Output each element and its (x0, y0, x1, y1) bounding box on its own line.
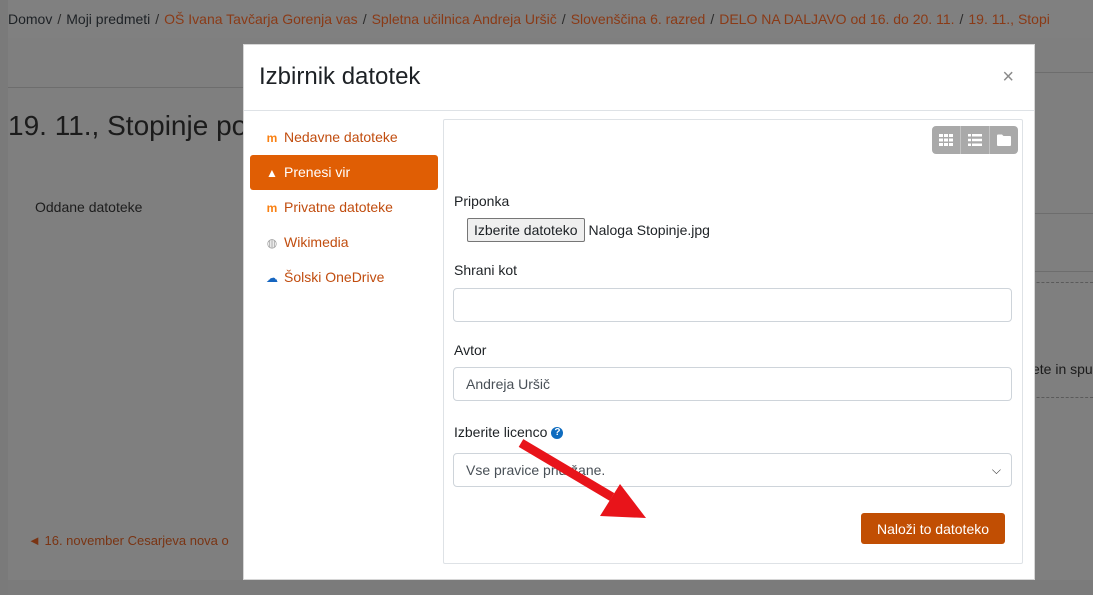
divider (8, 87, 243, 88)
dropzone-text: ete in spus (1032, 361, 1093, 377)
license-label: Izberite licenco (454, 424, 548, 440)
breadcrumb-item[interactable]: Slovenščina 6. razred (571, 11, 706, 27)
page-title: 19. 11., Stopinje po (8, 110, 248, 141)
close-icon[interactable]: × (1002, 67, 1014, 87)
breadcrumb-item[interactable]: OŠ Ivana Tavčarja Gorenja vas (164, 11, 358, 27)
breadcrumb-item[interactable]: Domov (8, 11, 52, 27)
repository-label: Prenesi vir (284, 164, 351, 180)
moodle-icon: m (266, 130, 278, 145)
list-view-button[interactable] (960, 126, 989, 154)
repository-label: Nedavne datoteke (284, 129, 398, 145)
choose-file-button[interactable]: Izberite datoteko (467, 218, 585, 242)
icon-view-button[interactable] (932, 126, 960, 154)
page-footer-strip (8, 580, 1093, 595)
repository-label: Šolski OneDrive (284, 269, 385, 285)
breadcrumb-separator: / (561, 11, 566, 27)
upload-file-button[interactable]: Naloži to datoteko (861, 513, 1005, 544)
repository-item[interactable]: ☁ Šolski OneDrive (250, 260, 438, 295)
license-label-row: Izberite licenco? (454, 424, 564, 440)
attachment-label: Priponka (454, 193, 510, 209)
repository-item[interactable]: m Nedavne datoteke (250, 120, 438, 155)
divider (1035, 271, 1093, 272)
divider (1035, 213, 1093, 214)
view-toggle (932, 126, 1018, 154)
breadcrumb: Domov / Moji predmeti / OŠ Ivana Tavčarja Go… (8, 0, 1093, 38)
breadcrumb-separator: / (710, 11, 715, 27)
file-chooser: Izberite datoteko Naloga Stopinje.jpg (467, 218, 710, 242)
repository-label: Wikimedia (284, 234, 349, 250)
repository-item[interactable]: m Privatne datoteke (250, 190, 438, 225)
tree-view-button[interactable] (989, 126, 1018, 154)
submitted-files-label: Oddane datoteke (35, 199, 143, 215)
license-select[interactable]: Vse pravice pridržane. ⌵ (453, 453, 1012, 487)
repository-list: m Nedavne datoteke ▲ Prenesi vir m Privatne d… (250, 120, 438, 295)
moodle-icon: m (266, 200, 278, 215)
breadcrumb-item[interactable]: Moji predmeti (66, 11, 150, 27)
breadcrumb-separator: / (57, 11, 62, 27)
author-input[interactable] (453, 367, 1012, 401)
author-label: Avtor (454, 342, 487, 358)
file-picker-dialog: Izbirnik datotek × m Nedavne datoteke ▲ Pre… (243, 44, 1035, 580)
folder-icon (997, 134, 1011, 146)
chevron-down-icon: ⌵ (991, 463, 1001, 477)
wikimedia-icon: ◍ (266, 235, 278, 250)
prev-activity-link[interactable]: ◄ 16. november Cesarjeva nova o (28, 533, 229, 548)
breadcrumb-separator: / (362, 11, 367, 27)
breadcrumb-separator: / (155, 11, 160, 27)
repository-item[interactable]: ▲ Prenesi vir (250, 155, 438, 190)
save-as-label: Shrani kot (454, 262, 518, 278)
help-icon[interactable]: ? (551, 427, 564, 440)
repository-item[interactable]: ◍ Wikimedia (250, 225, 438, 260)
onedrive-icon: ☁ (266, 270, 278, 285)
upload-panel: Priponka Izberite datoteko Naloga Stopin… (443, 119, 1023, 564)
modal-header: Izbirnik datotek × (244, 45, 1034, 111)
save-as-input[interactable] (453, 288, 1012, 322)
grid-icon (939, 134, 953, 146)
divider (1035, 72, 1093, 73)
license-selected-value: Vse pravice pridržane. (466, 462, 606, 478)
repository-label: Privatne datoteke (284, 199, 393, 215)
breadcrumb-item[interactable]: DELO NA DALJAVO od 16. do 20. 11. (719, 11, 954, 27)
modal-title: Izbirnik datotek (259, 63, 421, 90)
breadcrumb-separator: / (959, 11, 964, 27)
chosen-file-name: Naloga Stopinje.jpg (588, 222, 710, 238)
list-icon (968, 134, 982, 146)
upload-icon: ▲ (266, 165, 278, 180)
breadcrumb-item[interactable]: Spletna učilnica Andreja Uršič (372, 11, 557, 27)
breadcrumb-item[interactable]: 19. 11., Stopi (968, 11, 1049, 27)
